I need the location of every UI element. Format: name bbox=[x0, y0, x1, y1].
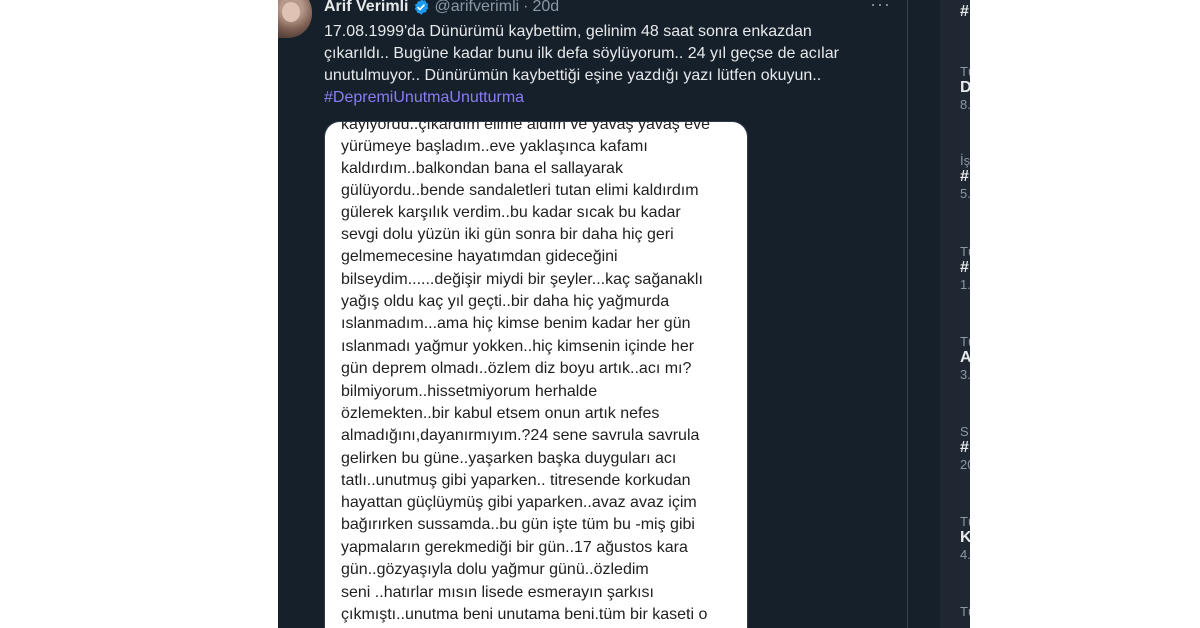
trend-category: Tü bbox=[960, 244, 970, 259]
tweet-text: 17.08.1999'da Dünürümü kaybettim, gelini… bbox=[324, 21, 884, 87]
trend-category: İş bbox=[960, 153, 970, 168]
twitter-app: Arif Verimli @arifverimli · 20d ··· 17.0… bbox=[278, 0, 970, 628]
trend-item[interactable]: Tü bbox=[960, 604, 970, 619]
image-text-line: yapmaların gerekmediği bir gün..17 ağust… bbox=[341, 539, 688, 556]
image-text-line: yağış oldu kaç yıl geçti..bir daha hiç y… bbox=[341, 293, 670, 310]
tweet-header: Arif Verimli @arifverimli · 20d bbox=[324, 0, 559, 18]
tweet-media-image[interactable]: kayiyordu..çıkardım elime aldım ve yavaş… bbox=[324, 121, 748, 628]
trend-item[interactable]: Tü A 3. bbox=[960, 334, 970, 382]
trend-item[interactable]: S # 20 bbox=[960, 424, 970, 472]
image-text-line: gün..gözyaşıyla dolu yağmur günü..özledi… bbox=[341, 561, 649, 578]
image-text-line: almadığını,dayanırmıyım.?24 sene savrula… bbox=[341, 427, 700, 444]
image-text-line: sevgi dolu yüzün iki gün sonra bir daha … bbox=[341, 226, 674, 243]
header-separator: · bbox=[523, 0, 529, 15]
trend-title: # bbox=[960, 439, 969, 456]
trend-title: K bbox=[960, 529, 970, 546]
trend-category: Tü bbox=[960, 64, 970, 79]
tweet-timestamp[interactable]: 20d bbox=[533, 0, 560, 16]
trend-item[interactable]: İş # 5. bbox=[960, 153, 970, 201]
more-options-icon[interactable]: ··· bbox=[870, 0, 891, 15]
author-handle[interactable]: @arifverimli bbox=[434, 0, 519, 16]
trend-category: Tü bbox=[960, 604, 970, 619]
image-text-line: gelmemecesine hayatımdan gideceğini bbox=[341, 248, 618, 265]
image-text-line: tatlı..unutmuş gibi yaparken.. titresend… bbox=[341, 472, 691, 489]
trend-count: 4. bbox=[960, 547, 970, 562]
hashtag-link[interactable]: #DepremiUnutmaUnutturma bbox=[324, 87, 524, 109]
image-text-line: gün deprem olmadı..özlem diz boyu artık.… bbox=[341, 360, 692, 377]
image-text-line: gelirken bu güne..yaşarken başka duygula… bbox=[341, 450, 677, 467]
trend-count: 3. bbox=[960, 367, 970, 382]
trend-count: 5. bbox=[960, 186, 970, 201]
trend-item[interactable]: Tü # 1. bbox=[960, 244, 970, 292]
image-text-line: kayiyordu..çıkardım elime aldım ve yavaş… bbox=[341, 121, 711, 133]
image-text-line: bağırırken sussamda..bu gün işte tüm bu … bbox=[341, 516, 695, 533]
trend-title: # bbox=[960, 168, 969, 185]
image-text-line: özlemekten..bir kabul etsem onun artık n… bbox=[341, 405, 660, 422]
trend-count: 8. bbox=[960, 97, 970, 112]
tweet-text-line: 17.08.1999'da Dünürümü kaybettim, gelini… bbox=[324, 23, 812, 40]
verified-badge-icon bbox=[415, 0, 429, 15]
trend-count: 1. bbox=[960, 277, 970, 292]
image-text-line: yürümeye başladım..eve yaklaşınca kafamı bbox=[341, 138, 648, 155]
tweet-text-line: çıkarıldı.. Bugüne kadar bunu ilk defa s… bbox=[324, 45, 839, 62]
image-text-line: bilseydim......değişir miydi bir şeyler.… bbox=[341, 271, 703, 288]
image-text-line: gülüyordu..bende sandaletleri tutan elim… bbox=[341, 182, 699, 199]
image-text-line: ıslanmadı yağmur yokken..hiç kimsenin iç… bbox=[341, 338, 695, 355]
trend-item[interactable]: T # bbox=[960, 0, 970, 21]
tweet-text-line: unutulmuyor.. Dünürümün kaybettiği eşine… bbox=[324, 67, 822, 84]
timeline-column: Arif Verimli @arifverimli · 20d ··· 17.0… bbox=[278, 0, 908, 628]
trend-title: D bbox=[960, 79, 970, 96]
image-text-line: gülerek karşılık verdim..bu kadar sıcak … bbox=[341, 204, 681, 221]
trend-category: S bbox=[960, 424, 969, 439]
trends-sidebar: T # Tü D 8. İş # 5. Tü # 1. Tü A 3. S # … bbox=[940, 0, 970, 628]
avatar[interactable] bbox=[278, 0, 312, 38]
trend-title: # bbox=[960, 3, 969, 20]
image-text-line: ıslanmadım...ama hiç kimse benim kadar h… bbox=[341, 315, 691, 332]
trend-title: # bbox=[960, 259, 969, 276]
trend-category: Tü bbox=[960, 334, 970, 349]
image-text-line: hayattan güçlüymüş gibi yaparken..avaz a… bbox=[341, 494, 697, 511]
trend-item[interactable]: Tü K 4. bbox=[960, 514, 970, 562]
trend-title: A bbox=[960, 349, 970, 366]
trend-count: 20 bbox=[960, 457, 970, 472]
author-name[interactable]: Arif Verimli bbox=[324, 0, 408, 16]
image-text-line: kaldırdım..balkondan bana el sallayarak bbox=[341, 160, 623, 177]
image-text-line: seni ..hatırlar mısın lisede esmerayın ş… bbox=[341, 584, 654, 601]
trend-category: Tü bbox=[960, 514, 970, 529]
trend-item[interactable]: Tü D 8. bbox=[960, 64, 970, 112]
image-text-line: bilmiyorum..hissetmiyorum herhalde bbox=[341, 383, 598, 400]
image-text-line: çıkmıştı..unutma beni unutama beni.tüm b… bbox=[341, 606, 708, 623]
